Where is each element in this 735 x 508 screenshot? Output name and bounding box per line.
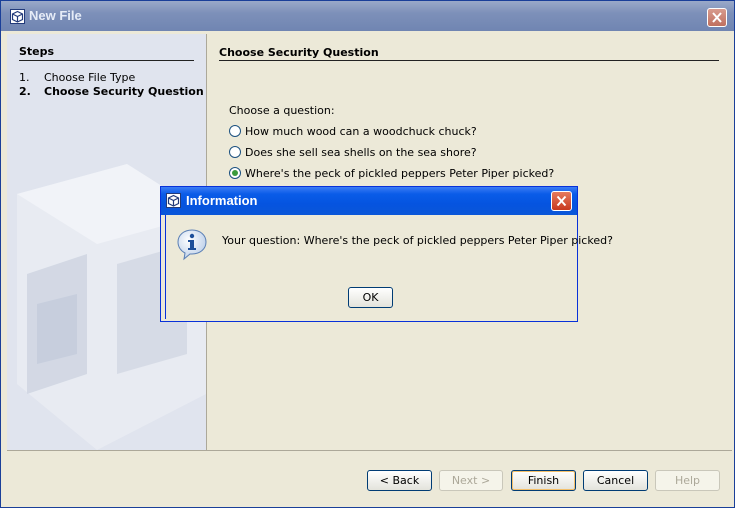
question-prompt: Choose a question: <box>229 104 335 117</box>
information-dialog: Information Your question: Where's the p… <box>160 186 613 322</box>
close-icon <box>712 12 722 23</box>
question-option-peter-piper[interactable]: Where's the peck of pickled peppers Pete… <box>229 165 554 181</box>
dialog-message: Your question: Where's the peck of pickl… <box>222 234 613 247</box>
cancel-button[interactable]: Cancel <box>583 470 648 491</box>
question-option-sea-shells[interactable]: Does she sell sea shells on the sea shor… <box>229 144 477 160</box>
finish-button[interactable]: Finish <box>511 470 576 491</box>
radio-button-selected[interactable] <box>229 167 241 179</box>
info-icon <box>177 229 207 261</box>
window-close-button[interactable] <box>707 8 727 27</box>
dialog-close-button[interactable] <box>551 191 572 211</box>
panel-title-divider <box>219 60 719 61</box>
back-button[interactable]: < Back <box>367 470 432 491</box>
step-label: Choose Security Question <box>44 85 204 98</box>
radio-button[interactable] <box>229 125 241 137</box>
next-button[interactable]: Next > <box>439 470 503 491</box>
help-button[interactable]: Help <box>655 470 720 491</box>
radio-button[interactable] <box>229 146 241 158</box>
steps-divider <box>19 60 194 61</box>
window-title: New File <box>29 8 82 23</box>
wizard-button-bar: < Back Next > Finish Cancel Help <box>7 451 732 503</box>
step-number: 2. <box>19 85 31 98</box>
dialog-cube-icon <box>166 193 181 208</box>
option-label[interactable]: Does she sell sea shells on the sea shor… <box>245 146 477 159</box>
steps-heading: Steps <box>19 45 55 58</box>
dialog-title-bar[interactable]: Information <box>161 187 577 215</box>
app-cube-icon <box>10 9 25 24</box>
question-option-woodchuck[interactable]: How much wood can a woodchuck chuck? <box>229 123 477 139</box>
window-title-bar[interactable]: New File <box>1 1 734 31</box>
ok-button[interactable]: OK <box>348 287 393 308</box>
option-label[interactable]: How much wood can a woodchuck chuck? <box>245 125 477 138</box>
dialog-title: Information <box>186 193 258 208</box>
panel-title: Choose Security Question <box>219 46 379 59</box>
option-label[interactable]: Where's the peck of pickled peppers Pete… <box>245 167 554 180</box>
step-item-choose-file-type: 1. Choose File Type <box>19 71 135 84</box>
step-label: Choose File Type <box>44 71 136 84</box>
step-item-choose-security-question: 2. Choose Security Question <box>19 85 204 98</box>
dialog-body: Your question: Where's the peck of pickl… <box>165 215 613 319</box>
close-icon <box>556 195 567 207</box>
step-number: 1. <box>19 71 30 84</box>
